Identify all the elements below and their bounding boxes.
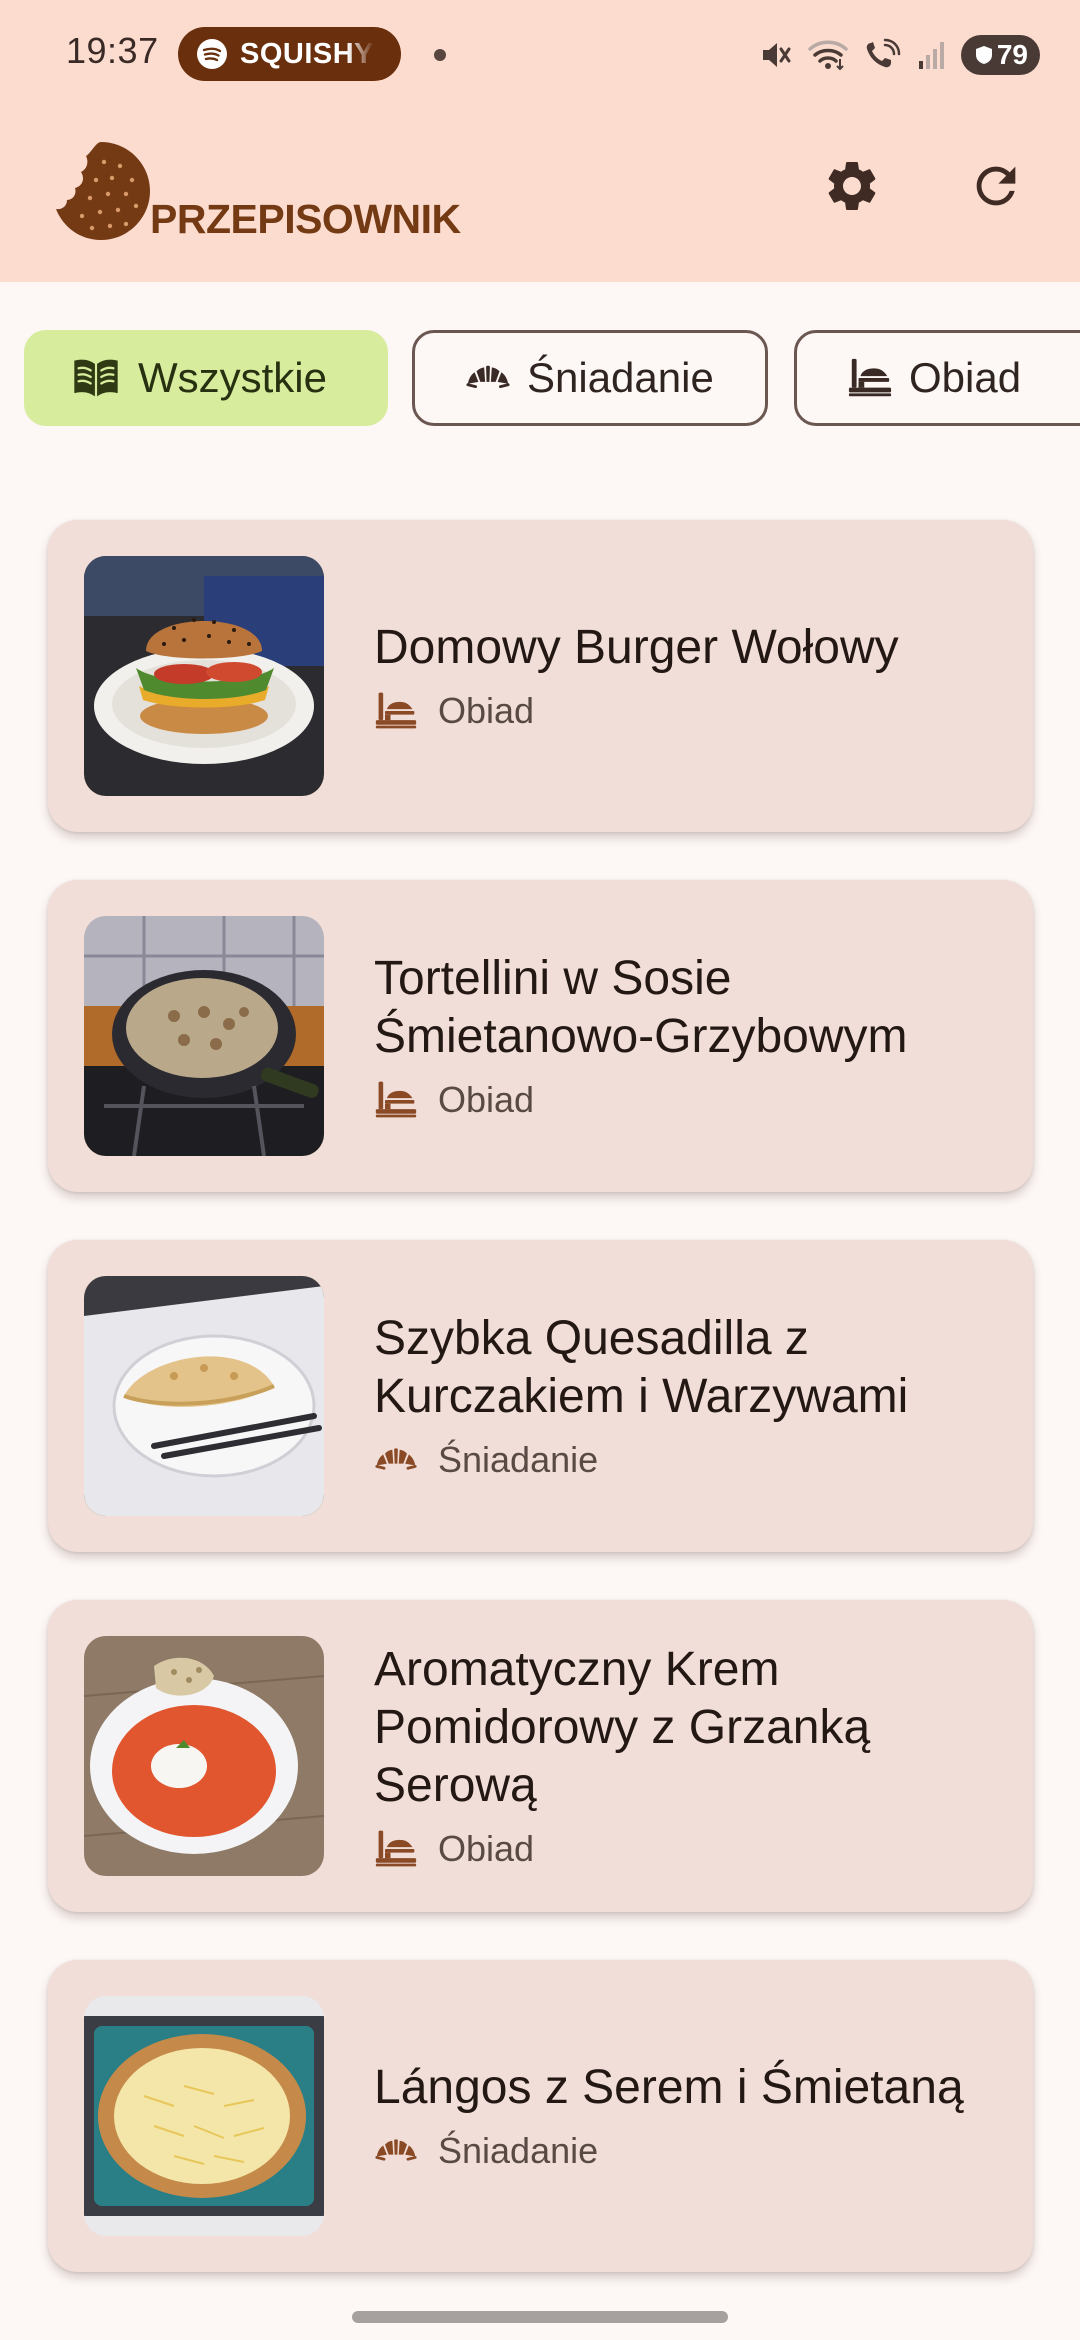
burger-photo: [84, 556, 324, 796]
shield-icon: [975, 46, 992, 64]
status-icons: 79: [757, 32, 1040, 78]
status-bar: 19:37 SQUISHY 79: [0, 0, 1080, 110]
recipe-title: Domowy Burger Wołowy: [374, 621, 899, 674]
battery-indicator: 79: [960, 35, 1040, 75]
app-title: PRZEPISOWNIK: [150, 196, 461, 242]
dinner-icon: [374, 1078, 418, 1122]
dinner-icon: [374, 1827, 418, 1871]
cookie-logo-icon: [56, 142, 150, 240]
settings-button[interactable]: [806, 140, 898, 232]
recipe-title: Tortellini w Sosie Śmietanowo-Grzybowym: [374, 952, 908, 1063]
recipe-category: Obiad: [374, 1078, 1003, 1122]
recipe-title: Lángos z Serem i Śmietaną: [374, 2061, 964, 2114]
category-filter-bar: Wszystkie Śniadanie Obiad: [0, 330, 1080, 430]
recipe-card[interactable]: Lángos z Serem i Śmietaną Śniadanie: [48, 1960, 1033, 2272]
home-indicator[interactable]: [352, 2311, 728, 2323]
recipe-photo: [84, 556, 324, 796]
croissant-icon: [465, 355, 511, 401]
chip-dinner[interactable]: Obiad: [794, 330, 1080, 426]
chip-breakfast[interactable]: Śniadanie: [412, 330, 768, 426]
chip-all[interactable]: Wszystkie: [24, 330, 388, 426]
quesadilla-photo: [84, 1276, 324, 1516]
recipe-category-label: Śniadanie: [438, 2130, 599, 2171]
recipe-card[interactable]: Aromatyczny Krem Pomidorowy z Grzanką Se…: [48, 1600, 1033, 1912]
tortellini-photo: [84, 916, 324, 1156]
notification-dot: [434, 49, 446, 61]
wifi-icon: [808, 40, 848, 71]
recipe-card[interactable]: Tortellini w Sosie Śmietanowo-Grzybowym …: [48, 880, 1033, 1192]
recipe-category-label: Obiad: [438, 1828, 535, 1869]
recipe-title: Aromatyczny Krem Pomidorowy z Grzanką Se…: [374, 1643, 871, 1812]
recipe-category: Obiad: [374, 689, 1003, 733]
recipe-title: Szybka Quesadilla z Kurczakiem i Warzywa…: [374, 1312, 909, 1423]
croissant-icon: [374, 2129, 418, 2173]
signal-icon: [918, 42, 944, 69]
recipe-photo: [84, 1996, 324, 2236]
recipe-photo: [84, 916, 324, 1156]
croissant-icon: [374, 1438, 418, 1482]
chip-label: Śniadanie: [527, 354, 714, 401]
recipe-photo: [84, 1276, 324, 1516]
status-time: 19:37: [66, 30, 159, 71]
media-pill-label: SQUISHY: [240, 37, 375, 70]
app-bar: PRZEPISOWNIK: [0, 110, 1080, 282]
refresh-button[interactable]: [950, 140, 1042, 232]
recipe-card[interactable]: Szybka Quesadilla z Kurczakiem i Warzywa…: [48, 1240, 1033, 1552]
gear-icon: [828, 162, 876, 210]
spotify-icon: [197, 39, 227, 69]
recipe-category: Obiad: [374, 1827, 1003, 1871]
recipe-category: Śniadanie: [374, 1438, 1003, 1482]
tomato-soup-photo: [84, 1636, 324, 1876]
media-playing-pill[interactable]: SQUISHY: [178, 27, 401, 81]
recipe-photo: [84, 1636, 324, 1876]
recipe-category-label: Obiad: [438, 690, 535, 731]
langos-photo: [84, 1996, 324, 2236]
mute-icon: [762, 43, 791, 67]
chip-label: Wszystkie: [138, 354, 327, 401]
recipe-category-label: Śniadanie: [438, 1439, 599, 1480]
dinner-icon: [374, 689, 418, 733]
chip-label: Obiad: [909, 354, 1022, 401]
battery-level: 79: [996, 39, 1028, 70]
recipe-card[interactable]: Domowy Burger Wołowy Obiad: [48, 520, 1033, 832]
dinner-icon: [847, 355, 893, 401]
top-area: 19:37 SQUISHY 79 PRZEPISOWNIK: [0, 0, 1080, 282]
recipe-category-label: Obiad: [438, 1079, 535, 1120]
recipe-category: Śniadanie: [374, 2129, 1003, 2173]
refresh-icon: [976, 166, 1016, 206]
book-icon: [70, 352, 122, 404]
wifi-calling-icon: [866, 38, 901, 68]
